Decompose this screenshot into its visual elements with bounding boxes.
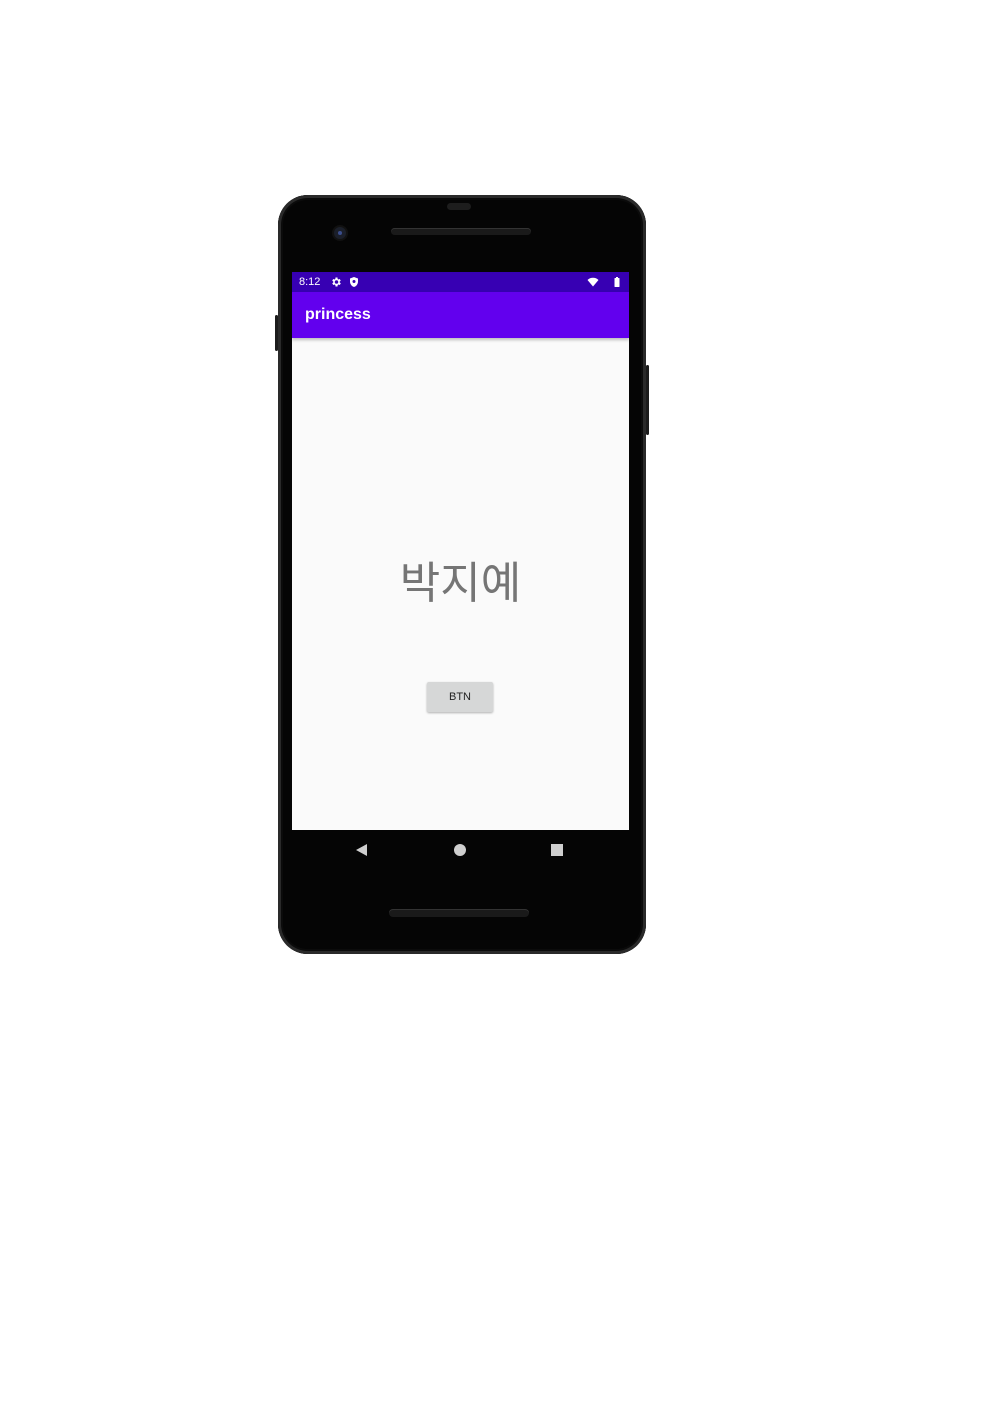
navigation-bar bbox=[292, 830, 629, 870]
name-text: 박지예 bbox=[399, 558, 522, 609]
wifi-icon bbox=[587, 277, 599, 287]
settings-gear-icon bbox=[332, 277, 341, 287]
page: 8:12 princess 박지예 BTN bbox=[0, 0, 992, 1403]
phone-volume-button bbox=[646, 365, 649, 435]
shield-icon bbox=[350, 277, 358, 287]
bottom-speaker-grille bbox=[389, 909, 529, 917]
back-triangle-icon[interactable] bbox=[354, 842, 370, 858]
app-bar: princess bbox=[292, 292, 629, 338]
home-circle-icon[interactable] bbox=[452, 842, 468, 858]
status-time: 8:12 bbox=[299, 276, 321, 288]
recents-square-icon[interactable] bbox=[549, 842, 565, 858]
phone-screen: 8:12 princess 박지예 BTN bbox=[292, 272, 629, 830]
phone-side-button bbox=[275, 315, 278, 351]
status-bar: 8:12 bbox=[292, 272, 629, 292]
top-speaker-grille bbox=[391, 228, 531, 235]
battery-icon bbox=[614, 277, 620, 287]
front-camera bbox=[334, 227, 346, 239]
btn-button[interactable]: BTN bbox=[427, 682, 493, 712]
phone-frame: 8:12 princess 박지예 BTN bbox=[275, 195, 649, 954]
app-title: princess bbox=[305, 306, 371, 323]
earpiece bbox=[447, 203, 471, 210]
main-content: 박지예 BTN bbox=[292, 338, 629, 830]
